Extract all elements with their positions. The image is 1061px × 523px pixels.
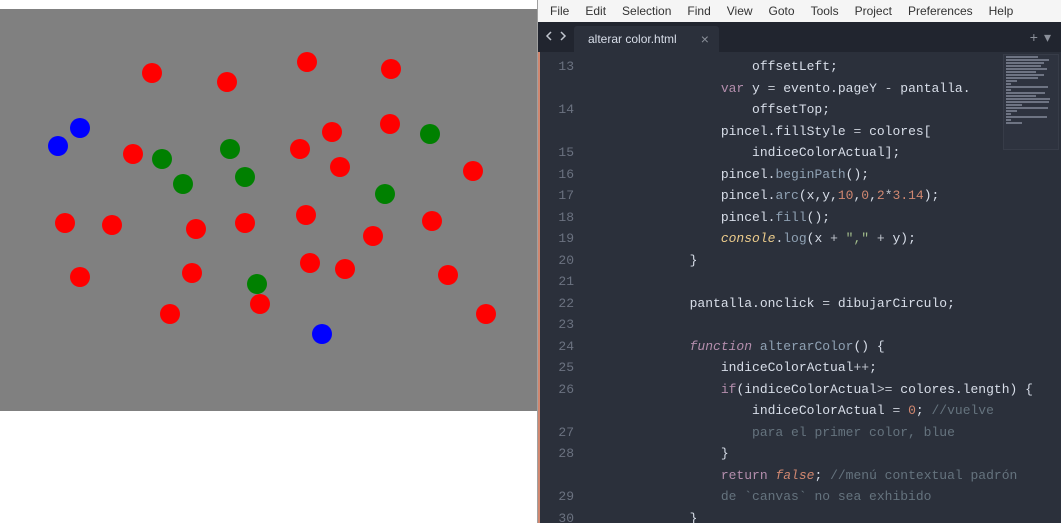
minimap[interactable]	[1003, 54, 1059, 150]
menu-edit[interactable]: Edit	[577, 2, 614, 20]
painted-dot	[70, 267, 90, 287]
painted-dot	[220, 139, 240, 159]
nav-forward-icon[interactable]	[558, 28, 568, 46]
painted-dot	[182, 263, 202, 283]
painted-dot	[250, 294, 270, 314]
painted-dot	[380, 114, 400, 134]
line-number-gutter: 13 14 151617181920212223242526 2728 2930…	[538, 52, 588, 523]
painted-dot	[55, 213, 75, 233]
painted-dot	[102, 215, 122, 235]
painted-dot	[296, 205, 316, 225]
nav-back-icon[interactable]	[544, 28, 554, 46]
editor-menubar: File Edit Selection Find View Goto Tools…	[538, 0, 1061, 22]
tab-title: alterar color.html	[588, 32, 677, 46]
painted-dot	[217, 72, 237, 92]
painted-dot	[48, 136, 68, 156]
menu-project[interactable]: Project	[847, 2, 900, 20]
painted-dot	[290, 139, 310, 159]
tab-close-icon[interactable]: ×	[701, 32, 709, 46]
new-tab-icon[interactable]: +	[1030, 29, 1038, 45]
painted-dot	[335, 259, 355, 279]
painted-dot	[123, 144, 143, 164]
painted-dot	[235, 213, 255, 233]
painted-dot	[312, 324, 332, 344]
editor-area[interactable]: 13 14 151617181920212223242526 2728 2930…	[538, 52, 1061, 523]
painted-dot	[420, 124, 440, 144]
painted-dot	[297, 52, 317, 72]
editor-pane: File Edit Selection Find View Goto Tools…	[537, 0, 1061, 523]
painted-dot	[152, 149, 172, 169]
menu-view[interactable]: View	[719, 2, 761, 20]
menu-file[interactable]: File	[542, 2, 577, 20]
painted-dot	[186, 219, 206, 239]
painted-dot	[476, 304, 496, 324]
painted-dot	[300, 253, 320, 273]
painted-dot	[463, 161, 483, 181]
painted-dot	[375, 184, 395, 204]
painted-dot	[422, 211, 442, 231]
tab-active[interactable]: alterar color.html ×	[574, 26, 719, 52]
painted-dot	[70, 118, 90, 138]
painted-dot	[173, 174, 193, 194]
painted-dot	[438, 265, 458, 285]
menu-preferences[interactable]: Preferences	[900, 2, 981, 20]
painted-dot	[330, 157, 350, 177]
code-content[interactable]: offsetLeft; var y = evento.pageY - panta…	[588, 52, 1061, 523]
painted-dot	[363, 226, 383, 246]
menu-find[interactable]: Find	[679, 2, 718, 20]
menu-selection[interactable]: Selection	[614, 2, 679, 20]
tab-dropdown-icon[interactable]: ▾	[1044, 29, 1051, 46]
painted-dot	[160, 304, 180, 324]
painted-dot	[247, 274, 267, 294]
painted-dot	[235, 167, 255, 187]
menu-help[interactable]: Help	[981, 2, 1022, 20]
drawing-canvas[interactable]	[0, 9, 537, 411]
browser-pane	[0, 0, 537, 523]
editor-tabbar: alterar color.html × + ▾	[538, 22, 1061, 52]
painted-dot	[322, 122, 342, 142]
painted-dot	[381, 59, 401, 79]
painted-dot	[142, 63, 162, 83]
menu-tools[interactable]: Tools	[803, 2, 847, 20]
menu-goto[interactable]: Goto	[761, 2, 803, 20]
